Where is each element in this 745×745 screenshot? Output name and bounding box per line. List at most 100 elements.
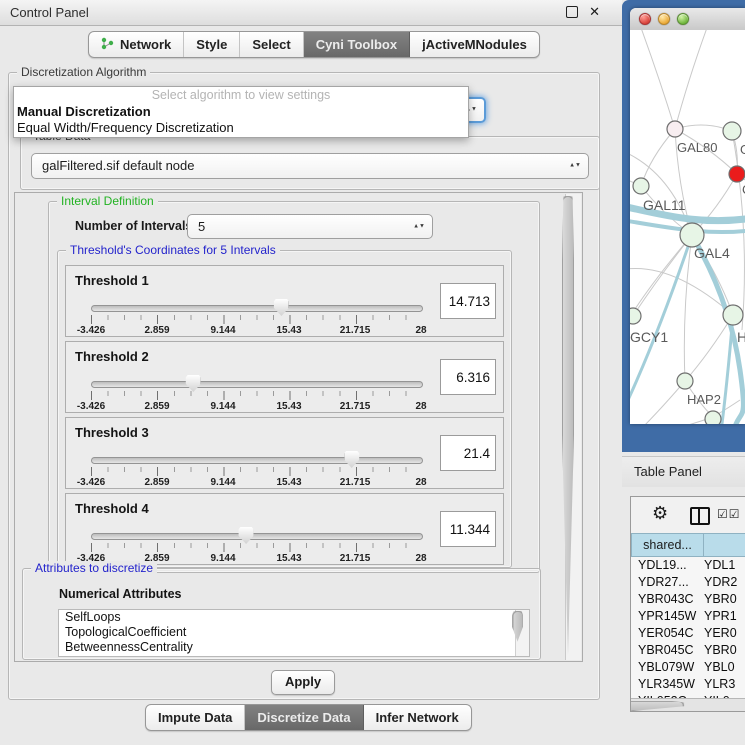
- table-data-group: Table Data galFiltered.sif default node …: [20, 136, 600, 190]
- cell-shared-name[interactable]: YLR345W: [631, 676, 704, 693]
- cell-shared-name[interactable]: YER054C: [631, 625, 704, 642]
- node-gcy1: [630, 308, 641, 324]
- attribute-list-item[interactable]: SelfLoops: [59, 610, 529, 625]
- scrollbar-thumb[interactable]: [630, 701, 684, 711]
- slider-track[interactable]: [91, 381, 423, 388]
- table-data-combobox[interactable]: galFiltered.sif default node ▲▼: [31, 153, 589, 179]
- network-canvas[interactable]: GAL80 GA C GAL11 GAL4 GCY1 H HAP2: [630, 30, 745, 424]
- cell-shared-name[interactable]: YPR145W: [631, 608, 704, 625]
- threshold-value-field[interactable]: 14.713: [440, 283, 496, 319]
- cell-shared-name[interactable]: YBR045C: [631, 642, 704, 659]
- scrollbar-thumb[interactable]: [562, 196, 574, 655]
- slider-track[interactable]: [91, 457, 423, 464]
- tab-network[interactable]: Network: [89, 32, 184, 57]
- threshold-value-field[interactable]: 11.344: [440, 511, 496, 547]
- tab-cyni-toolbox[interactable]: Cyni Toolbox: [304, 32, 410, 57]
- close-icon[interactable]: ✕: [589, 4, 600, 20]
- number-of-intervals-combobox[interactable]: 5 ▲▼: [187, 214, 433, 239]
- cell-shared-name[interactable]: YBL079W: [631, 659, 704, 676]
- table-data-value: galFiltered.sif default node: [42, 158, 194, 173]
- cell-shared-name[interactable]: YDR27...: [631, 574, 704, 591]
- numerical-attributes-label: Numerical Attributes: [59, 587, 181, 601]
- cell-name[interactable]: YBR0: [704, 591, 745, 608]
- dropdown-option-manual[interactable]: Manual Discretization: [14, 104, 468, 120]
- threshold-value-field[interactable]: 6.316: [440, 359, 496, 395]
- cell-name[interactable]: YBL0: [704, 659, 745, 676]
- minimize-traffic-light-icon[interactable]: [658, 13, 670, 25]
- tab-infer-network[interactable]: Infer Network: [364, 705, 471, 730]
- cell-name[interactable]: YBR0: [704, 642, 745, 659]
- thresholds-group: Threshold's Coordinates for 5 Intervals …: [57, 250, 512, 568]
- scale-label: 9.144: [210, 477, 235, 488]
- table-row[interactable]: YPR145W YPR1: [631, 608, 745, 625]
- tab-network-label: Network: [120, 37, 171, 52]
- tab-jactivemnodules[interactable]: jActiveMNodules: [410, 32, 539, 57]
- gear-icon[interactable]: ⚙: [652, 503, 668, 524]
- node-label-ga: GA: [740, 142, 745, 157]
- slider-thumb[interactable]: [239, 527, 254, 544]
- threshold-value-field[interactable]: 21.4: [440, 435, 496, 471]
- threshold-slider[interactable]: -3.426 2.859 9.144 15.43 21.715 28: [91, 298, 421, 336]
- mode-tab-bar: Impute Data Discretize Data Infer Networ…: [145, 704, 472, 731]
- panel-tab-bar: Network Style Select Cyni Toolbox jActiv…: [88, 31, 540, 58]
- attributes-list-scrollbar[interactable]: [515, 610, 529, 656]
- tab-select[interactable]: Select: [240, 32, 303, 57]
- cell-shared-name[interactable]: YDL19...: [631, 557, 704, 574]
- table-row[interactable]: YDL19... YDL1: [631, 557, 745, 574]
- node-h: [723, 305, 743, 325]
- attributes-items: SelfLoops TopologicalCoefficient Between…: [59, 610, 529, 655]
- table-row[interactable]: YBL079W YBL0: [631, 659, 745, 676]
- cell-name[interactable]: YPR1: [704, 608, 745, 625]
- zoom-traffic-light-icon[interactable]: [677, 13, 689, 25]
- table-header-row: shared... na: [631, 533, 745, 557]
- settings-vertical-scrollbar[interactable]: [565, 194, 581, 660]
- checkbox-icons[interactable]: ☑☑: [717, 507, 741, 521]
- close-traffic-light-icon[interactable]: [639, 13, 651, 25]
- tab-style[interactable]: Style: [184, 32, 240, 57]
- slider-thumb[interactable]: [274, 299, 289, 316]
- cell-name[interactable]: YDL1: [704, 557, 745, 574]
- apply-button[interactable]: Apply: [271, 670, 335, 695]
- cell-name[interactable]: YLR3: [704, 676, 745, 693]
- float-window-icon[interactable]: [566, 6, 578, 18]
- cell-name[interactable]: YDR2: [704, 574, 745, 591]
- settings-scroll-pane: Interval Definition Number of Intervals …: [14, 192, 583, 662]
- cell-shared-name[interactable]: YBR043C: [631, 591, 704, 608]
- table-row[interactable]: YBR043C YBR0: [631, 591, 745, 608]
- scale-label: 28: [415, 477, 426, 488]
- threshold-slider[interactable]: -3.426 2.859 9.144 15.43 21.715 28: [91, 526, 421, 564]
- cell-name[interactable]: YER0: [704, 625, 745, 642]
- attribute-list-item[interactable]: BetweennessCentrality: [59, 640, 529, 655]
- threshold-slider[interactable]: -3.426 2.859 9.144 15.43 21.715 28: [91, 450, 421, 488]
- table-row[interactable]: YDR27... YDR2: [631, 574, 745, 591]
- tab-discretize-data-label: Discretize Data: [257, 710, 350, 725]
- dropdown-placeholder-option[interactable]: Select algorithm to view settings: [14, 87, 468, 104]
- slider-thumb[interactable]: [344, 451, 359, 468]
- column-header-name[interactable]: na: [704, 533, 745, 557]
- table-row[interactable]: YBR045C YBR0: [631, 642, 745, 659]
- algorithm-dropdown-popup: Select algorithm to view settings Manual…: [13, 86, 469, 138]
- slider-track[interactable]: [91, 533, 423, 540]
- table-row[interactable]: YLR345W YLR3: [631, 676, 745, 693]
- column-view-icon[interactable]: [690, 507, 710, 525]
- threshold-slider[interactable]: -3.426 2.859 9.144 15.43 21.715 28: [91, 374, 421, 412]
- tab-impute-data[interactable]: Impute Data: [146, 705, 245, 730]
- attribute-list-item[interactable]: TopologicalCoefficient: [59, 625, 529, 640]
- scale-label: 28: [415, 553, 426, 564]
- scale-label: 21.715: [340, 325, 371, 336]
- tab-discretize-data[interactable]: Discretize Data: [245, 705, 363, 730]
- node-gal4: [680, 223, 704, 247]
- scale-label: 21.715: [340, 477, 371, 488]
- threshold-panel: Threshold 2 -3.426 2.859 9.144 15.4: [65, 341, 504, 413]
- panel-title: Control Panel: [10, 5, 89, 20]
- right-panel: GAL80 GA C GAL11 GAL4 GCY1 H HAP2 Table …: [622, 0, 745, 745]
- dropdown-option-equal-width[interactable]: Equal Width/Frequency Discretization: [14, 120, 468, 136]
- table-row[interactable]: YER054C YER0: [631, 625, 745, 642]
- slider-major-ticks: [91, 391, 422, 400]
- table-horizontal-scrollbar[interactable]: [631, 698, 745, 711]
- column-header-shared-name[interactable]: shared...: [631, 533, 704, 557]
- table-panel-title: Table Panel: [634, 464, 702, 479]
- node-label-gal11: GAL11: [643, 197, 686, 213]
- slider-track[interactable]: [91, 305, 423, 312]
- slider-thumb[interactable]: [186, 375, 201, 392]
